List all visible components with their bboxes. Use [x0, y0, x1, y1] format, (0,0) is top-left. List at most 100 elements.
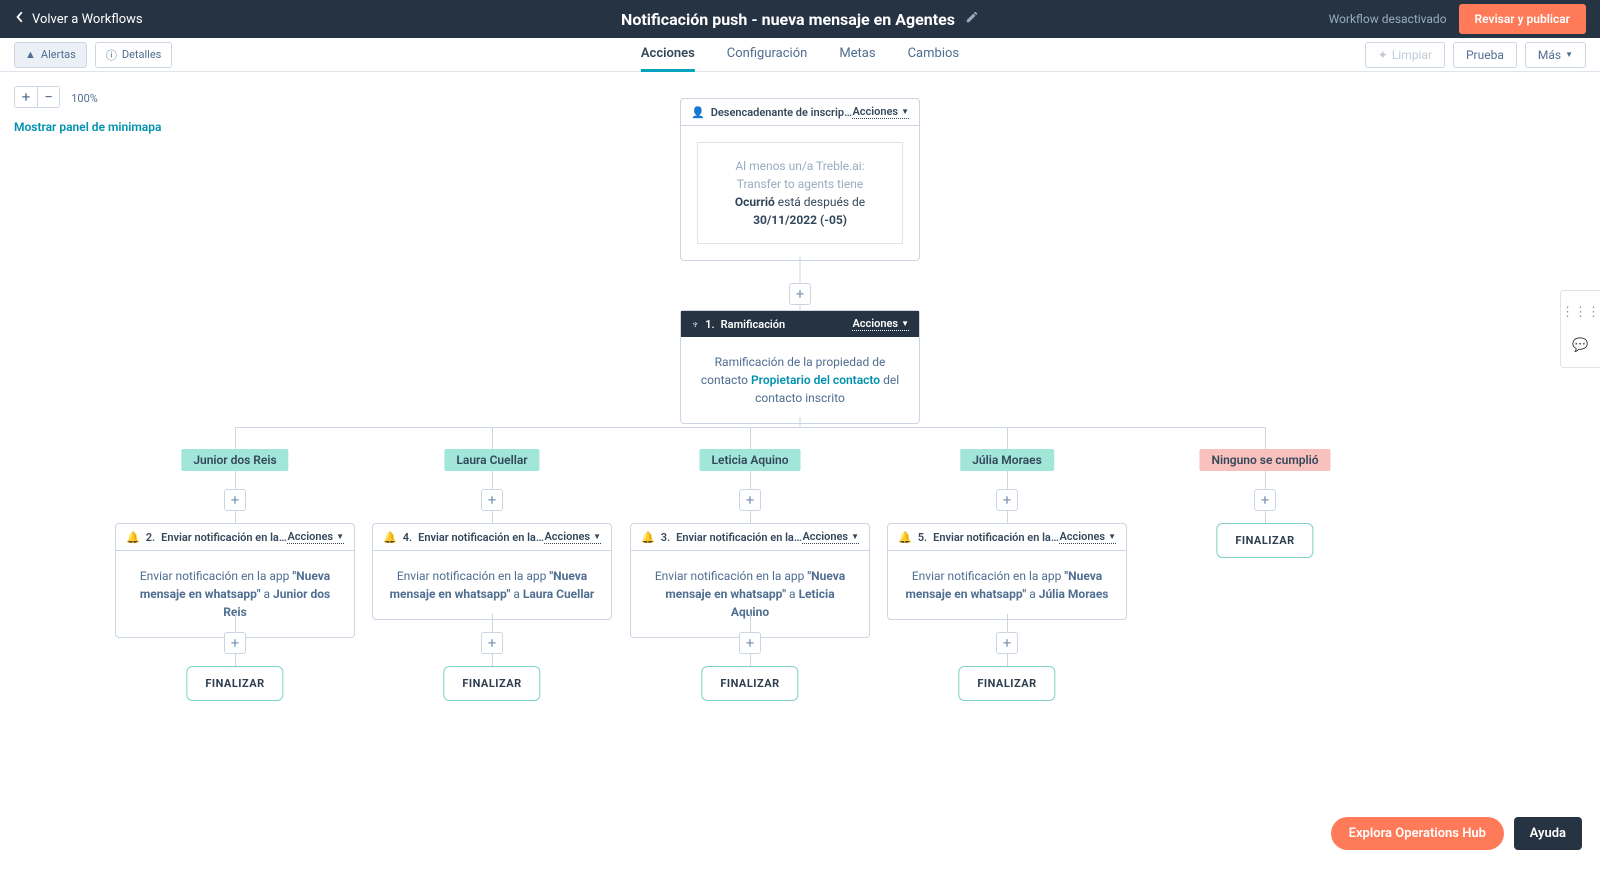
connector: [750, 427, 751, 449]
workflow-canvas[interactable]: + − 100% Mostrar panel de minimapa 👤 Des…: [0, 72, 1600, 852]
action-title: Enviar notificación en la app: [418, 531, 544, 544]
branch-label-none: Ninguno se cumplió: [1199, 449, 1330, 471]
action-title: Enviar notificación en la app: [161, 531, 287, 544]
tabs: Acciones Configuración Metas Cambios: [641, 38, 959, 72]
zoom-out-button[interactable]: −: [37, 87, 59, 107]
alerts-button[interactable]: ▲ Alertas: [14, 42, 87, 68]
details-button[interactable]: ⓘ Detalles: [95, 42, 173, 68]
action-number: 3.: [661, 531, 670, 544]
connector: [800, 257, 801, 283]
connector: [492, 511, 493, 523]
comment-icon[interactable]: 💬: [1572, 338, 1588, 353]
action-actions-menu[interactable]: Acciones▼: [1059, 530, 1116, 544]
trigger-condition: Al menos un/a Treble.ai: Transfer to age…: [712, 157, 888, 193]
action-node[interactable]: 🔔 5. Enviar notificación en la app Accio…: [887, 523, 1127, 620]
connector: [750, 654, 751, 666]
branch-actions-menu[interactable]: Acciones▼: [852, 317, 909, 331]
action-title: Enviar notificación en la app: [933, 531, 1059, 544]
toolbar: ▲ Alertas ⓘ Detalles Acciones Configurac…: [0, 38, 1600, 72]
connector: [750, 614, 751, 632]
zoom-control: + −: [14, 86, 60, 108]
tab-cambios[interactable]: Cambios: [908, 38, 960, 72]
clear-button[interactable]: ✦ Limpiar: [1365, 42, 1445, 68]
add-step-button[interactable]: +: [996, 632, 1018, 654]
action-title: Enviar notificación en la app: [676, 531, 802, 544]
connector: [750, 511, 751, 523]
branch-node[interactable]: ♆ 1. Ramificación Acciones▼ Ramificación…: [680, 310, 920, 424]
finalize-button[interactable]: FINALIZAR: [1216, 523, 1313, 558]
clear-label: Limpiar: [1392, 48, 1432, 62]
branch-title: Ramificación: [721, 318, 786, 331]
add-step-button[interactable]: +: [224, 632, 246, 654]
trigger-title: Desencadenante de inscripción…: [711, 106, 853, 119]
explore-hub-button[interactable]: Explora Operations Hub: [1331, 817, 1504, 850]
chevron-down-icon: ▼: [901, 107, 909, 116]
bell-icon: 🔔: [641, 531, 655, 544]
connector: [1265, 427, 1266, 449]
finalize-button[interactable]: FINALIZAR: [701, 666, 798, 701]
tab-acciones[interactable]: Acciones: [641, 38, 695, 72]
minimap-toggle[interactable]: Mostrar panel de minimapa: [14, 120, 161, 134]
add-step-button[interactable]: +: [739, 489, 761, 511]
back-link[interactable]: Volver a Workflows: [14, 11, 143, 27]
add-step-button[interactable]: +: [481, 632, 503, 654]
branch-property-link[interactable]: Propietario del contacto: [751, 373, 880, 387]
finalize-button[interactable]: FINALIZAR: [186, 666, 283, 701]
branch-label: Junior dos Reis: [181, 449, 288, 471]
finalize-button[interactable]: FINALIZAR: [443, 666, 540, 701]
connector: [235, 654, 236, 666]
action-actions-menu[interactable]: Acciones▼: [544, 530, 601, 544]
contact-icon: 👤: [691, 106, 705, 119]
tab-configuracion[interactable]: Configuración: [727, 38, 808, 72]
action-actions-menu[interactable]: Acciones▼: [802, 530, 859, 544]
branch-icon: ♆: [691, 318, 699, 331]
info-icon: ⓘ: [106, 47, 117, 63]
more-button[interactable]: Más ▼: [1525, 42, 1586, 68]
connector: [1007, 614, 1008, 632]
trigger-body: Al menos un/a Treble.ai: Transfer to age…: [697, 142, 903, 244]
help-button[interactable]: Ayuda: [1514, 817, 1582, 850]
grid-icon[interactable]: ⋮⋮⋮: [1561, 305, 1600, 320]
add-step-button[interactable]: +: [996, 489, 1018, 511]
app-header: Volver a Workflows Notificación push - n…: [0, 0, 1600, 38]
branch-number: 1.: [705, 318, 714, 331]
workflow-status: Workflow desactivado: [1329, 12, 1447, 26]
add-step-button[interactable]: +: [1254, 489, 1276, 511]
page-title: Notificación push - nueva mensaje en Age…: [621, 10, 955, 29]
action-number: 5.: [918, 531, 927, 544]
zoom-percent: 100%: [71, 92, 98, 105]
edit-title-icon[interactable]: [965, 10, 979, 28]
connector: [1007, 469, 1008, 489]
connector: [750, 469, 751, 489]
connector: [492, 469, 493, 489]
add-step-button[interactable]: +: [481, 489, 503, 511]
more-label: Más: [1538, 48, 1561, 62]
publish-button[interactable]: Revisar y publicar: [1459, 4, 1586, 34]
trigger-actions-menu[interactable]: Acciones▼: [852, 105, 909, 119]
add-step-button[interactable]: +: [739, 632, 761, 654]
tab-metas[interactable]: Metas: [839, 38, 875, 72]
connector: [492, 654, 493, 666]
connector: [235, 614, 236, 632]
connector: [492, 427, 493, 449]
zoom-in-button[interactable]: +: [15, 87, 37, 107]
action-number: 4.: [403, 531, 412, 544]
chevron-down-icon: ▼: [901, 319, 909, 328]
trigger-node[interactable]: 👤 Desencadenante de inscripción… Accione…: [680, 98, 920, 261]
connector: [235, 469, 236, 489]
action-number: 2.: [146, 531, 155, 544]
finalize-button[interactable]: FINALIZAR: [958, 666, 1055, 701]
add-step-button[interactable]: +: [789, 283, 811, 305]
branch-body: Ramificación de la propiedad de contacto…: [681, 337, 919, 423]
add-step-button[interactable]: +: [224, 489, 246, 511]
test-button[interactable]: Prueba: [1453, 42, 1517, 68]
chevron-down-icon: ▼: [1565, 50, 1573, 59]
connector: [235, 511, 236, 523]
action-actions-menu[interactable]: Acciones▼: [287, 530, 344, 544]
action-node[interactable]: 🔔 4. Enviar notificación en la app Accio…: [372, 523, 612, 620]
branch-label: Leticia Aquino: [700, 449, 801, 471]
branch-label: Laura Cuellar: [444, 449, 539, 471]
connector: [235, 427, 236, 449]
details-label: Detalles: [122, 48, 162, 61]
bell-icon: 🔔: [383, 531, 397, 544]
